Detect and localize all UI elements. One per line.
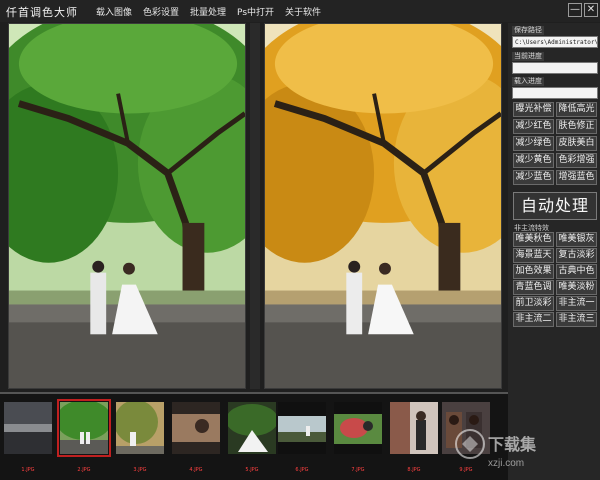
save-path-label: 保存路径 — [512, 26, 544, 35]
btn-add-color[interactable]: 加色效果 — [513, 264, 554, 279]
thumbnail-selected[interactable] — [57, 399, 111, 457]
btn-enhance-blue[interactable]: 增强蓝色 — [556, 170, 597, 185]
thumbnail[interactable] — [172, 402, 220, 454]
menu-bar: 载入图像 色彩设置 批量处理 Ps中打开 关于软件 — [96, 5, 332, 18]
current-progress-label: 当前进度 — [512, 52, 544, 61]
viewer-divider — [250, 23, 260, 389]
thumbnail-label: 8.JPG — [407, 467, 421, 473]
original-image-viewer — [8, 23, 246, 389]
title-bar: 仟首调色大师 载入图像 色彩设置 批量处理 Ps中打开 关于软件 — ✕ — [0, 0, 600, 22]
btn-autumn[interactable]: 唯美秋色 — [513, 232, 554, 247]
current-progress-bar — [512, 62, 598, 74]
processed-image-viewer — [264, 23, 502, 389]
menu-open-in-ps[interactable]: Ps中打开 — [237, 5, 274, 18]
thumbnail[interactable] — [334, 402, 382, 454]
btn-reduce-red[interactable]: 减少红色 — [513, 119, 554, 134]
btn-nonmainstream-3[interactable]: 非主流三 — [556, 312, 597, 327]
btn-retro-light[interactable]: 复古淡彩 — [556, 248, 597, 263]
thumbnail-strip: 1.JPG 2.JPG 3.JPG 4.JPG 5.JPG 6.JPG 7.JP… — [0, 392, 508, 480]
thumbnail[interactable] — [390, 402, 438, 454]
original-photo — [9, 24, 245, 388]
load-progress-label: 载入进度 — [512, 77, 544, 86]
thumbnail[interactable] — [228, 402, 276, 454]
thumbnail[interactable] — [116, 402, 164, 454]
btn-nonmainstream-1[interactable]: 非主流一 — [556, 296, 597, 311]
close-button[interactable]: ✕ — [584, 3, 598, 17]
menu-color-settings[interactable]: 色彩设置 — [143, 5, 179, 18]
svg-text:下载集: 下载集 — [488, 435, 537, 454]
watermark-logo: 下载集 xzji.com — [452, 422, 600, 474]
btn-avant-garde[interactable]: 前卫淡彩 — [513, 296, 554, 311]
thumbnail-label: 1.JPG — [21, 467, 35, 473]
thumbnail[interactable] — [4, 402, 52, 454]
processed-photo — [265, 24, 501, 388]
load-progress-bar — [512, 87, 598, 99]
thumbnail[interactable] — [278, 402, 326, 454]
thumbnail-label: 5.JPG — [245, 467, 259, 473]
btn-nonmainstream-2[interactable]: 非主流二 — [513, 312, 554, 327]
btn-sea-sky[interactable]: 海景蓝天 — [513, 248, 554, 263]
btn-skin-correction[interactable]: 肤色修正 — [556, 119, 597, 134]
menu-batch-process[interactable]: 批量处理 — [190, 5, 226, 18]
btn-skin-whitening[interactable]: 皮肤美白 — [556, 136, 597, 151]
btn-exposure-compensation[interactable]: 曝光补偿 — [513, 102, 554, 117]
menu-load-image[interactable]: 载入图像 — [96, 5, 132, 18]
auto-process-button[interactable]: 自动处理 — [513, 192, 597, 220]
btn-cyan-blue[interactable]: 青蓝色调 — [513, 280, 554, 295]
btn-light-pink[interactable]: 唯美淡粉 — [556, 280, 597, 295]
thumbnail-label: 3.JPG — [133, 467, 147, 473]
btn-color-enhance[interactable]: 色彩增强 — [556, 153, 597, 168]
btn-silver-gray[interactable]: 唯美银灰 — [556, 232, 597, 247]
menu-about[interactable]: 关于软件 — [285, 5, 321, 18]
thumbnail-label: 4.JPG — [189, 467, 203, 473]
svg-text:xzji.com: xzji.com — [488, 458, 524, 469]
btn-reduce-highlights[interactable]: 降低高光 — [556, 102, 597, 117]
app-title: 仟首调色大师 — [6, 6, 78, 19]
btn-reduce-yellow[interactable]: 减少黄色 — [513, 153, 554, 168]
thumbnail-label: 7.JPG — [351, 467, 365, 473]
minimize-button[interactable]: — — [568, 3, 582, 17]
save-path-field[interactable]: C:\Users\Administrator\Desktop — [512, 36, 598, 48]
thumbnail-label: 6.JPG — [295, 467, 309, 473]
btn-classic-mid[interactable]: 古典中色 — [556, 264, 597, 279]
btn-reduce-blue[interactable]: 减少蓝色 — [513, 170, 554, 185]
btn-reduce-green[interactable]: 减少绿色 — [513, 136, 554, 151]
thumbnail-label: 2.JPG — [77, 467, 91, 473]
